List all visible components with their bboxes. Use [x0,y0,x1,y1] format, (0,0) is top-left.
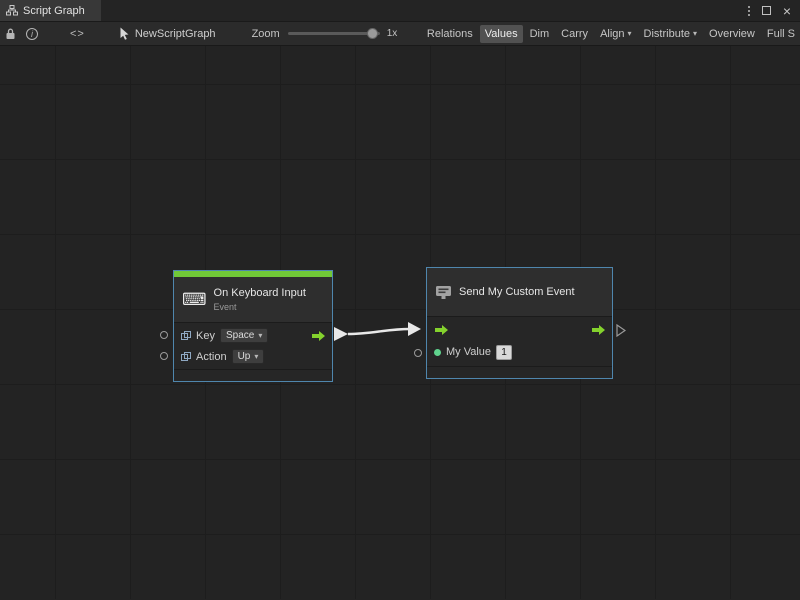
maximize-icon[interactable] [762,6,771,15]
action-dropdown[interactable]: Up ▾ [232,349,265,364]
window-titlebar: Script Graph × [0,0,800,22]
type-icon [181,352,191,362]
chevron-down-icon: ▾ [693,29,697,38]
node-footer [174,369,332,381]
graph-canvas[interactable]: ⌨ On Keyboard Input Event Key Space ▾ [0,46,800,599]
type-icon [181,331,191,341]
close-icon[interactable]: × [783,4,791,18]
graph-toolbar: i <> NewScriptGraph Zoom 1x Relations Va… [0,22,800,46]
key-label: Key [196,330,215,342]
zoom-value: 1x [387,28,398,39]
node-send-custom-event[interactable]: Send My Custom Event My Value [426,267,613,379]
tab-script-graph[interactable]: Script Graph [0,0,101,21]
chevron-down-icon: ▾ [628,29,632,38]
chevron-down-icon: ▾ [258,331,262,340]
node-header[interactable]: ⌨ On Keyboard Input Event [174,277,332,323]
zoom-handle[interactable] [367,28,378,39]
dim-button[interactable]: Dim [525,25,555,43]
chevron-down-icon: ▾ [254,352,258,361]
connection-wire [0,46,800,599]
trigger-input-port[interactable] [434,324,449,336]
custom-event-icon [435,285,452,300]
info-icon[interactable]: i [26,28,38,40]
overview-button[interactable]: Overview [704,25,760,43]
action-port-row: Action Up ▾ [174,346,332,367]
node-subtitle: Event [214,302,306,312]
key-dropdown[interactable]: Space ▾ [220,328,268,343]
key-port-row: Key Space ▾ [174,325,332,346]
node-footer [427,366,612,378]
align-button[interactable]: Align ▾ [595,25,636,43]
action-label: Action [196,351,227,363]
my-value-label: My Value [446,346,491,358]
script-graph-icon [6,5,18,16]
value-dot-port[interactable] [434,349,441,356]
zoom-label: Zoom [252,28,280,40]
cursor-icon [119,27,130,40]
keyboard-icon: ⌨ [182,291,207,308]
my-value-port-row: My Value [427,340,612,364]
kebab-menu-icon[interactable] [748,6,750,16]
trigger-port-triangle[interactable] [616,324,626,340]
zoom-slider[interactable] [288,32,380,35]
node-on-keyboard-input[interactable]: ⌨ On Keyboard Input Event Key Space ▾ [173,270,333,382]
flow-port-row [427,319,612,340]
key-input-port[interactable] [160,331,168,339]
trigger-output-port[interactable] [311,330,326,342]
action-input-port[interactable] [160,352,168,360]
node-header[interactable]: Send My Custom Event [427,268,612,317]
carry-button[interactable]: Carry [556,25,593,43]
node-title: Send My Custom Event [459,286,575,298]
code-icon[interactable]: <> [70,28,85,40]
graph-name: NewScriptGraph [135,28,216,40]
relations-button[interactable]: Relations [422,25,478,43]
node-title: On Keyboard Input [214,287,306,299]
trigger-output-port[interactable] [591,324,606,336]
lock-icon[interactable] [5,28,16,40]
values-button[interactable]: Values [480,25,523,43]
distribute-button[interactable]: Distribute ▾ [639,25,702,43]
my-value-input[interactable] [496,345,512,360]
tab-title: Script Graph [23,5,85,17]
my-value-input-port[interactable] [414,349,422,357]
toolbar-button-group: Relations Values Dim Carry Align ▾ Distr… [420,25,800,43]
fullscreen-button[interactable]: Full S [762,25,800,43]
